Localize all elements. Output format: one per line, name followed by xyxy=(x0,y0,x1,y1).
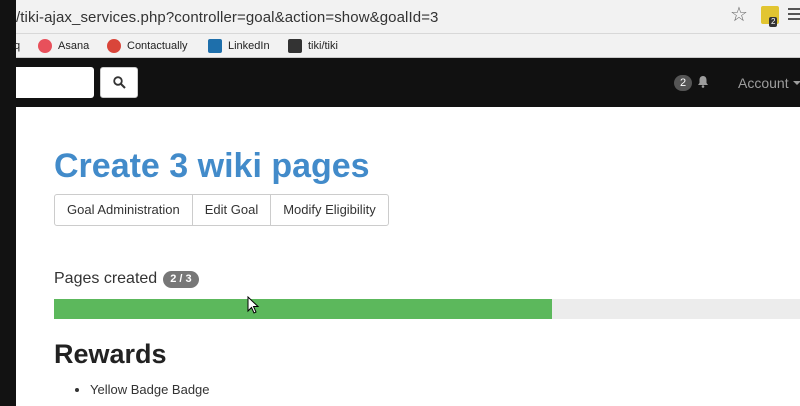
chevron-down-icon xyxy=(793,81,800,85)
progress-count-badge: 2 / 3 xyxy=(163,270,199,288)
progress-bar xyxy=(54,299,800,319)
main-content: Create 3 wiki pages Goal Administration … xyxy=(16,107,800,406)
progress-title: Pages created xyxy=(54,270,158,287)
browser-address-bar: /tiki-ajax_services.php?controller=goal&… xyxy=(16,0,800,34)
asana-icon xyxy=(38,39,52,53)
bookmark-contactually[interactable]: Contactually xyxy=(107,38,188,54)
progress-bar-fill xyxy=(54,299,552,319)
bookmark-asana[interactable]: Asana xyxy=(38,38,89,54)
contactually-icon xyxy=(107,39,121,53)
bookmark-linkedin[interactable]: LinkedIn xyxy=(208,38,270,54)
search-button[interactable] xyxy=(100,67,138,98)
goal-administration-button[interactable]: Goal Administration xyxy=(54,194,193,226)
site-navbar: 2 Account xyxy=(16,58,800,107)
github-icon xyxy=(288,39,302,53)
rewards-heading: Rewards xyxy=(54,339,167,369)
edit-goal-button[interactable]: Edit Goal xyxy=(191,194,272,226)
progress-label: Pages created 2 / 3 xyxy=(54,270,199,288)
url-field[interactable]: /tiki-ajax_services.php?controller=goal&… xyxy=(16,9,439,26)
page-title: Create 3 wiki pages xyxy=(54,147,370,185)
extension-badge: 2 xyxy=(769,17,778,27)
linkedin-icon xyxy=(208,39,222,53)
bookmark-star-icon[interactable]: ☆ xyxy=(730,5,750,25)
bookmarks-bar: q Asana Contactually LinkedIn tiki/tiki xyxy=(14,34,800,58)
bookmark-tiki[interactable]: tiki/tiki xyxy=(288,38,338,54)
extension-icon[interactable]: 2 xyxy=(761,6,779,27)
account-menu[interactable]: Account xyxy=(738,75,789,91)
goal-actions: Goal Administration Edit Goal Modify Eli… xyxy=(54,194,389,226)
modify-eligibility-button[interactable]: Modify Eligibility xyxy=(270,194,389,226)
list-item: Yellow Badge Badge xyxy=(90,382,210,397)
browser-menu-icon[interactable] xyxy=(788,8,800,22)
bookmark-item[interactable]: q xyxy=(14,38,20,54)
window-edge xyxy=(0,0,16,406)
rewards-list: Yellow Badge Badge xyxy=(76,382,210,397)
search-icon xyxy=(113,76,126,89)
search-input[interactable] xyxy=(16,67,94,98)
notification-count-badge[interactable]: 2 xyxy=(674,75,692,91)
bell-icon[interactable] xyxy=(697,75,709,88)
mouse-cursor-icon xyxy=(247,296,260,314)
